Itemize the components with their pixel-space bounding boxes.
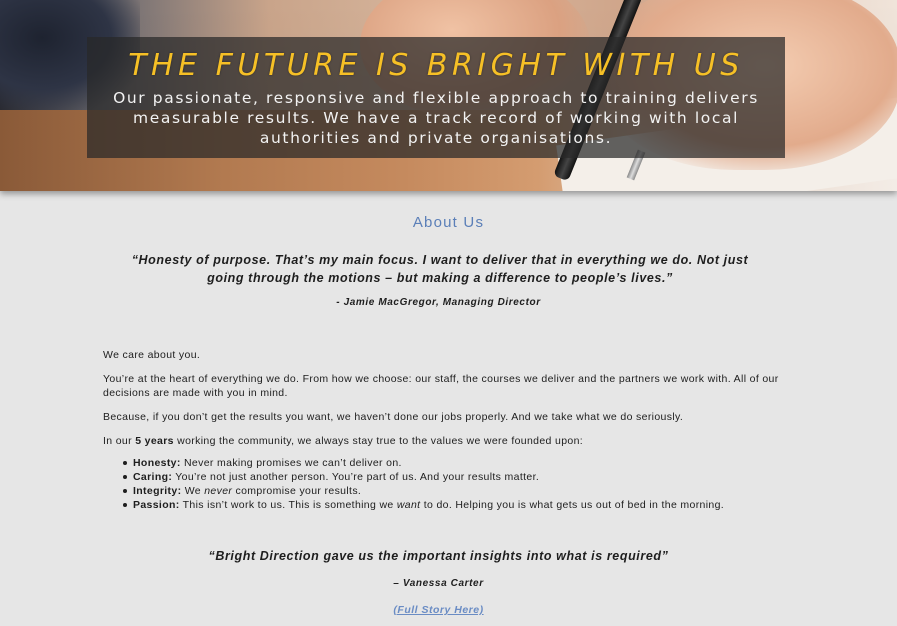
value-text: You’re not just another person. You’re p…: [172, 471, 540, 483]
value-text: to do. Helping you is what gets us out o…: [420, 499, 725, 511]
testimonial-author: – Vanessa Carter: [393, 578, 484, 589]
value-text: We: [181, 485, 205, 497]
full-story-link[interactable]: (Full Story Here): [0, 604, 877, 616]
value-text: compromise your results.: [232, 485, 362, 497]
value-item: Honesty: Never making promises we can’t …: [123, 456, 783, 470]
paragraph: You’re at the heart of everything we do.…: [103, 373, 779, 399]
about-body: We care about you. You’re at the heart o…: [103, 348, 783, 512]
value-name: Caring:: [133, 471, 173, 483]
value-name: Integrity:: [133, 485, 182, 497]
hero-banner: THE FUTURE IS BRIGHT WITH US Our passion…: [0, 0, 897, 191]
value-item: Passion: This isn’t work to us. This is …: [123, 498, 783, 512]
hero-text-box: THE FUTURE IS BRIGHT WITH US Our passion…: [87, 37, 785, 158]
director-quote: “Honesty of purpose. That’s my main focu…: [131, 253, 749, 285]
hero-title: THE FUTURE IS BRIGHT WITH US: [128, 48, 744, 83]
years-intro-prefix: In our: [103, 435, 136, 447]
value-name: Passion:: [133, 499, 180, 511]
value-text: Never making promises we can’t deliver o…: [180, 457, 402, 469]
values-list: Honesty: Never making promises we can’t …: [123, 456, 783, 512]
testimonial-quote: “Bright Direction gave us the important …: [208, 549, 669, 563]
years-value: 5 years: [135, 435, 174, 447]
value-emphasis: never: [204, 485, 233, 497]
hero-subtitle: Our passionate, responsive and flexible …: [113, 89, 759, 147]
value-text: This isn’t work to us. This is something…: [179, 499, 397, 511]
paragraph: We care about you.: [103, 349, 201, 361]
value-item: Caring: You’re not just another person. …: [123, 470, 783, 484]
value-name: Honesty:: [133, 457, 181, 469]
value-item: Integrity: We never compromise your resu…: [123, 484, 783, 498]
value-emphasis: want: [396, 499, 421, 511]
director-quote-author: - Jamie MacGregor, Managing Director: [336, 297, 541, 308]
section-title: About Us: [412, 214, 485, 231]
years-intro-suffix: working the community, we always stay tr…: [173, 435, 584, 447]
paragraph: Because, if you don’t get the results yo…: [103, 411, 684, 423]
paragraph-years: In our 5 years working the community, we…: [103, 434, 783, 448]
